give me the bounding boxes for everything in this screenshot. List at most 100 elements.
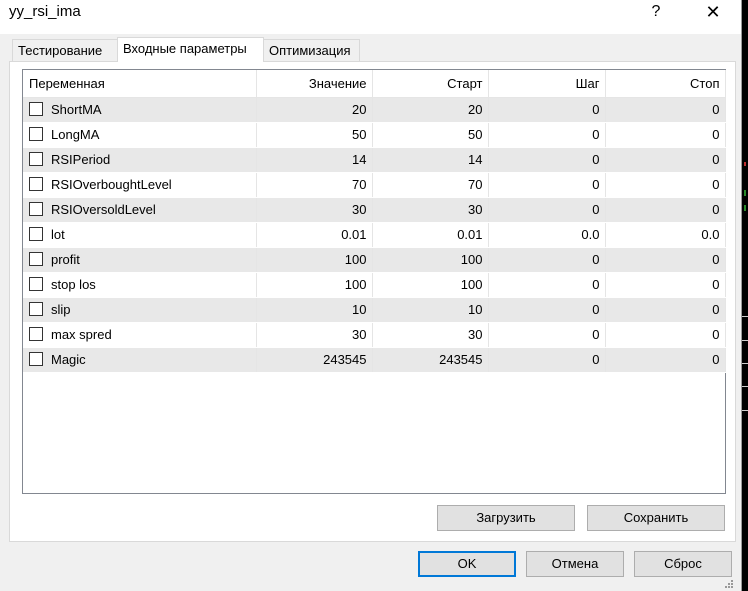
table-row[interactable]: LongMA 50 50 0 0 <box>23 122 726 148</box>
param-name: LongMA <box>51 127 100 143</box>
cancel-button[interactable]: Отмена <box>526 551 624 577</box>
param-value[interactable]: 0.01 <box>256 222 373 248</box>
param-value[interactable]: 30 <box>256 197 373 223</box>
param-start[interactable]: 30 <box>372 197 489 223</box>
row-checkbox[interactable] <box>29 252 43 267</box>
row-checkbox[interactable] <box>29 102 43 117</box>
window-title: yy_rsi_ima <box>9 3 81 20</box>
param-step[interactable]: 0 <box>488 122 606 148</box>
title-bar: yy_rsi_ima ? ✕ <box>0 0 741 34</box>
param-stop[interactable]: 0 <box>605 197 726 223</box>
param-name: RSIOversoldLevel <box>51 202 156 218</box>
row-checkbox[interactable] <box>29 352 43 367</box>
row-checkbox[interactable] <box>29 127 43 142</box>
column-header-value[interactable]: Значение <box>256 70 373 98</box>
ok-button[interactable]: OK <box>418 551 516 577</box>
param-stop[interactable]: 0 <box>605 272 726 298</box>
param-stop[interactable]: 0 <box>605 347 726 373</box>
row-checkbox[interactable] <box>29 277 43 292</box>
param-step[interactable]: 0 <box>488 322 606 348</box>
param-start[interactable]: 100 <box>372 247 489 273</box>
param-step[interactable]: 0 <box>488 97 606 123</box>
table-header: Переменная Значение Старт Шаг Стоп <box>23 70 726 98</box>
table-row[interactable]: Magic 243545 243545 0 0 <box>23 347 726 373</box>
param-value[interactable]: 243545 <box>256 347 373 373</box>
divider <box>742 363 748 364</box>
param-step[interactable]: 0 <box>488 172 606 198</box>
help-icon[interactable]: ? <box>636 0 676 26</box>
param-stop[interactable]: 0 <box>605 122 726 148</box>
row-checkbox[interactable] <box>29 327 43 342</box>
param-step[interactable]: 0.0 <box>488 222 606 248</box>
param-stop[interactable]: 0 <box>605 97 726 123</box>
column-header-stop[interactable]: Стоп <box>605 70 726 98</box>
parameters-grid[interactable]: Переменная Значение Старт Шаг Стоп Short… <box>22 69 726 494</box>
column-header-start[interactable]: Старт <box>372 70 489 98</box>
row-checkbox[interactable] <box>29 202 43 217</box>
param-value[interactable]: 100 <box>256 272 373 298</box>
param-value[interactable]: 30 <box>256 322 373 348</box>
column-header-variable[interactable]: Переменная <box>23 70 257 98</box>
param-start[interactable]: 70 <box>372 172 489 198</box>
param-value[interactable]: 50 <box>256 122 373 148</box>
row-checkbox[interactable] <box>29 302 43 317</box>
param-stop[interactable]: 0 <box>605 172 726 198</box>
param-start[interactable]: 30 <box>372 322 489 348</box>
param-step[interactable]: 0 <box>488 197 606 223</box>
param-name: RSIOverboughtLevel <box>51 177 172 193</box>
param-step[interactable]: 0 <box>488 347 606 373</box>
table-row[interactable]: RSIOverboughtLevel 70 70 0 0 <box>23 172 726 198</box>
param-name: profit <box>51 252 80 268</box>
param-value[interactable]: 70 <box>256 172 373 198</box>
param-name: ShortMA <box>51 102 102 118</box>
param-start[interactable]: 243545 <box>372 347 489 373</box>
table-row[interactable]: slip 10 10 0 0 <box>23 297 726 323</box>
table-row[interactable]: ShortMA 20 20 0 0 <box>23 97 726 123</box>
table-row[interactable]: max spred 30 30 0 0 <box>23 322 726 348</box>
tab-optimization[interactable]: Оптимизация <box>263 39 360 61</box>
param-value[interactable]: 20 <box>256 97 373 123</box>
resize-grip-icon[interactable] <box>723 578 733 588</box>
divider <box>742 386 748 387</box>
param-start[interactable]: 14 <box>372 147 489 173</box>
param-value[interactable]: 100 <box>256 247 373 273</box>
param-step[interactable]: 0 <box>488 247 606 273</box>
row-checkbox[interactable] <box>29 227 43 242</box>
param-value[interactable]: 14 <box>256 147 373 173</box>
param-name: max spred <box>51 327 112 343</box>
table-row[interactable]: RSIPeriod 14 14 0 0 <box>23 147 726 173</box>
chart-tick-mark <box>744 205 746 211</box>
dialog-window: yy_rsi_ima ? ✕ Тестирование Входные пара… <box>0 0 742 591</box>
param-stop[interactable]: 0 <box>605 247 726 273</box>
save-button[interactable]: Сохранить <box>587 505 725 531</box>
table-row[interactable]: profit 100 100 0 0 <box>23 247 726 273</box>
divider <box>742 316 748 317</box>
param-start[interactable]: 100 <box>372 272 489 298</box>
param-start[interactable]: 10 <box>372 297 489 323</box>
param-step[interactable]: 0 <box>488 272 606 298</box>
table-row[interactable]: stop los 100 100 0 0 <box>23 272 726 298</box>
param-step[interactable]: 0 <box>488 297 606 323</box>
tab-testing[interactable]: Тестирование <box>12 39 118 61</box>
column-header-step[interactable]: Шаг <box>488 70 606 98</box>
table-row[interactable]: RSIOversoldLevel 30 30 0 0 <box>23 197 726 223</box>
row-checkbox[interactable] <box>29 177 43 192</box>
param-stop[interactable]: 0.0 <box>605 222 726 248</box>
param-step[interactable]: 0 <box>488 147 606 173</box>
param-name: Magic <box>51 352 86 368</box>
param-name: stop los <box>51 277 96 293</box>
param-stop[interactable]: 0 <box>605 147 726 173</box>
load-button[interactable]: Загрузить <box>437 505 575 531</box>
param-stop[interactable]: 0 <box>605 322 726 348</box>
reset-button[interactable]: Сброс <box>634 551 732 577</box>
close-icon[interactable]: ✕ <box>693 0 733 26</box>
param-stop[interactable]: 0 <box>605 297 726 323</box>
chart-tick-mark <box>744 190 746 196</box>
param-start[interactable]: 50 <box>372 122 489 148</box>
param-start[interactable]: 20 <box>372 97 489 123</box>
table-row[interactable]: lot 0.01 0.01 0.0 0.0 <box>23 222 726 248</box>
tab-input-parameters[interactable]: Входные параметры <box>117 37 264 62</box>
row-checkbox[interactable] <box>29 152 43 167</box>
param-start[interactable]: 0.01 <box>372 222 489 248</box>
param-value[interactable]: 10 <box>256 297 373 323</box>
